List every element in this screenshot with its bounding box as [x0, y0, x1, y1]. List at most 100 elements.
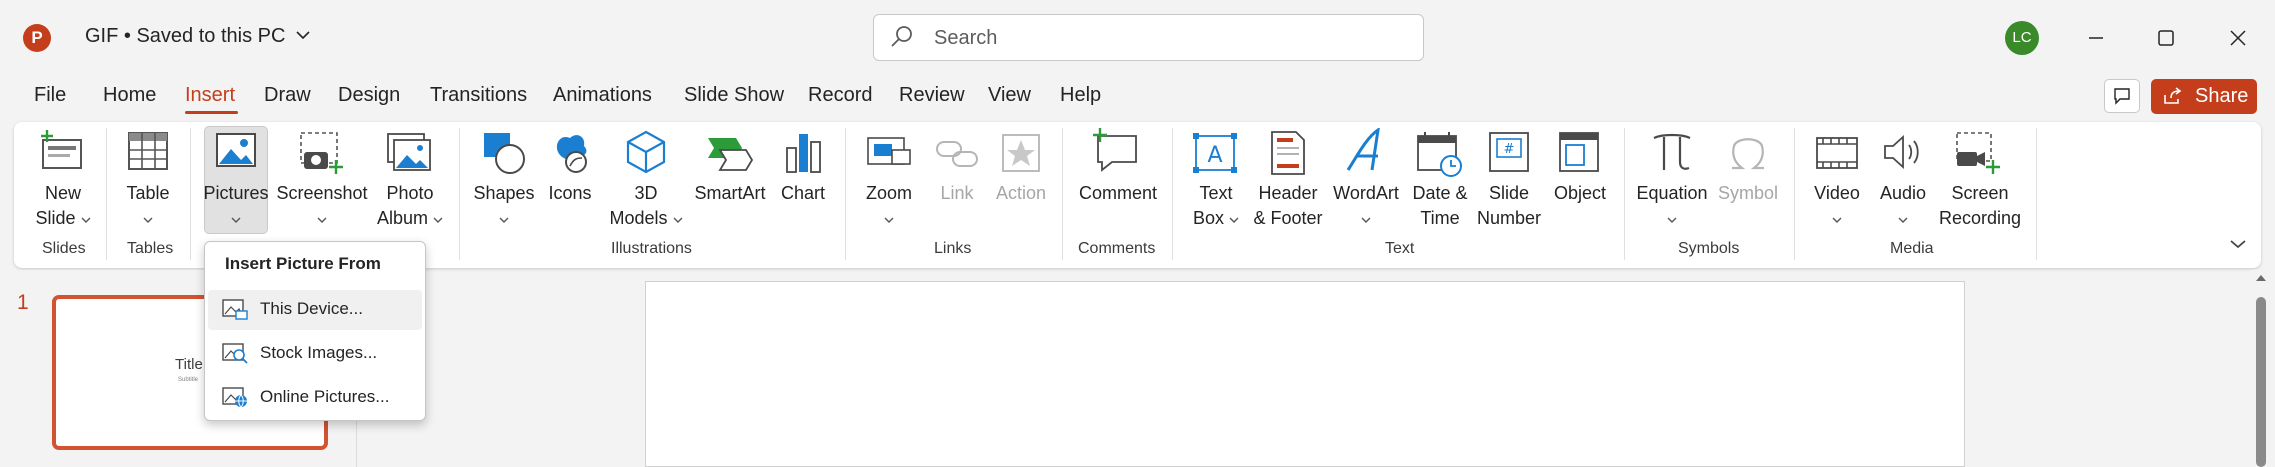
chevron-down-icon — [1832, 217, 1842, 223]
new-slide-icon[interactable] — [39, 130, 85, 172]
equation-button[interactable]: Equation — [1630, 181, 1714, 231]
date-time-label-2: Time — [1420, 208, 1460, 228]
tab-record[interactable]: Record — [808, 84, 872, 107]
chevron-down-icon — [433, 217, 443, 223]
smartart-icon[interactable] — [706, 132, 754, 174]
avatar[interactable]: LC — [2005, 21, 2039, 55]
menu-item-stock-images[interactable]: Stock Images... — [208, 334, 422, 374]
wordart-icon[interactable] — [1344, 128, 1388, 174]
tab-transitions[interactable]: Transitions — [430, 84, 527, 107]
chevron-down-icon — [1361, 217, 1371, 223]
comment-label: Comment — [1078, 183, 1158, 203]
audio-button[interactable]: Audio — [1866, 181, 1940, 231]
date-time-icon[interactable] — [1415, 130, 1465, 178]
tab-view[interactable]: View — [988, 84, 1031, 107]
video-icon[interactable] — [1815, 134, 1859, 172]
screen-recording-icon[interactable] — [1953, 130, 2001, 176]
tab-review[interactable]: Review — [899, 84, 965, 107]
zoom-button[interactable]: Zoom — [851, 181, 927, 231]
video-button[interactable]: Video — [1800, 181, 1874, 231]
smartart-label: SmartArt — [694, 183, 766, 203]
photo-album-label-2: Album — [370, 206, 450, 231]
ribbon-separator — [106, 128, 107, 260]
menu-item-online-pictures[interactable]: Online Pictures... — [208, 378, 422, 418]
screenshot-label: Screenshot — [276, 183, 368, 203]
icons-icon[interactable] — [550, 128, 594, 176]
screen-recording-button[interactable]: Screen Recording — [1933, 181, 2027, 231]
document-title-button[interactable]: GIF • Saved to this PC — [85, 25, 310, 48]
active-tab-indicator — [185, 111, 238, 114]
scrollbar-thumb[interactable] — [2256, 297, 2266, 467]
photo-album-label-1: Photo — [386, 183, 434, 203]
header-footer-button[interactable]: Header & Footer — [1245, 181, 1331, 231]
table-button[interactable]: Table — [113, 181, 183, 231]
new-slide-label-1: New — [44, 183, 81, 203]
comments-button[interactable] — [2104, 79, 2140, 113]
shapes-button[interactable]: Shapes — [467, 181, 541, 231]
object-icon[interactable] — [1557, 130, 1601, 174]
chart-button[interactable]: Chart — [768, 181, 838, 206]
pictures-icon[interactable] — [215, 132, 257, 170]
group-label-tables: Tables — [127, 240, 174, 257]
photo-album-icon[interactable] — [386, 132, 432, 172]
slide-canvas[interactable] — [645, 281, 1965, 467]
chevron-down-icon — [231, 217, 241, 223]
text-box-button[interactable]: Text Box — [1178, 181, 1254, 231]
tab-home[interactable]: Home — [103, 84, 156, 107]
group-label-slides: Slides — [42, 240, 86, 257]
ribbon-separator — [190, 128, 191, 260]
new-slide-button[interactable]: New Slide — [28, 181, 98, 231]
tab-insert[interactable]: Insert — [185, 84, 235, 107]
chevron-down-icon — [1898, 217, 1908, 223]
header-footer-label-2: & Footer — [1253, 208, 1323, 228]
pictures-button[interactable]: Pictures — [200, 181, 272, 231]
group-label-links: Links — [934, 240, 972, 257]
icons-button[interactable]: Icons — [535, 181, 605, 206]
text-box-icon[interactable]: A — [1192, 132, 1238, 174]
chevron-down-icon — [1229, 217, 1239, 223]
screen-recording-label-1: Screen — [1951, 183, 2009, 203]
tab-draw[interactable]: Draw — [264, 84, 311, 107]
date-time-button[interactable]: Date & Time — [1404, 181, 1476, 231]
object-button[interactable]: Object — [1544, 181, 1616, 206]
tab-animations[interactable]: Animations — [553, 84, 652, 107]
screenshot-icon[interactable] — [298, 130, 346, 176]
screenshot-button[interactable]: Screenshot — [272, 181, 372, 231]
ribbon-expand-chevron-icon[interactable] — [2229, 238, 2247, 250]
tab-file[interactable]: File — [34, 84, 66, 107]
equation-icon[interactable] — [1652, 132, 1692, 172]
table-icon[interactable] — [126, 130, 170, 172]
search-icon — [891, 26, 912, 47]
share-button[interactable]: Share — [2151, 79, 2257, 135]
shapes-icon[interactable] — [481, 130, 527, 176]
smartart-button[interactable]: SmartArt — [685, 181, 775, 206]
group-label-comments: Comments — [1078, 240, 1156, 257]
wordart-button[interactable]: WordArt — [1326, 181, 1406, 231]
scroll-up-icon[interactable] — [2254, 273, 2268, 283]
menu-item-this-device[interactable]: This Device... — [208, 290, 422, 330]
comment-button[interactable]: Comment — [1070, 181, 1166, 206]
slide-number-icon[interactable]: # — [1487, 130, 1531, 174]
comment-bubble-icon — [2114, 88, 2130, 105]
chart-icon[interactable] — [783, 130, 825, 176]
header-footer-label-1: Header — [1258, 183, 1318, 203]
photo-album-button[interactable]: Photo Album — [370, 181, 450, 231]
tab-slide-show[interactable]: Slide Show — [684, 84, 784, 107]
3d-models-button[interactable]: 3D Models — [603, 181, 689, 231]
tab-design[interactable]: Design — [338, 84, 400, 107]
close-icon[interactable] — [2218, 18, 2258, 58]
audio-icon[interactable] — [1881, 132, 1925, 172]
ribbon-separator — [1624, 128, 1625, 260]
new-comment-icon[interactable] — [1092, 128, 1140, 172]
maximize-icon[interactable] — [2146, 18, 2186, 58]
minimize-icon[interactable] — [2076, 18, 2116, 58]
zoom-icon[interactable] — [866, 134, 914, 174]
equation-label: Equation — [1636, 183, 1708, 203]
header-footer-icon[interactable] — [1268, 130, 1308, 176]
3d-models-icon[interactable] — [623, 128, 669, 176]
slide-number-button[interactable]: Slide Number — [1468, 181, 1550, 231]
text-box-label-1: Text — [1199, 183, 1233, 203]
tab-help[interactable]: Help — [1060, 84, 1101, 107]
dropdown-header: Insert Picture From — [225, 254, 381, 273]
symbol-label: Symbol — [1717, 183, 1779, 203]
